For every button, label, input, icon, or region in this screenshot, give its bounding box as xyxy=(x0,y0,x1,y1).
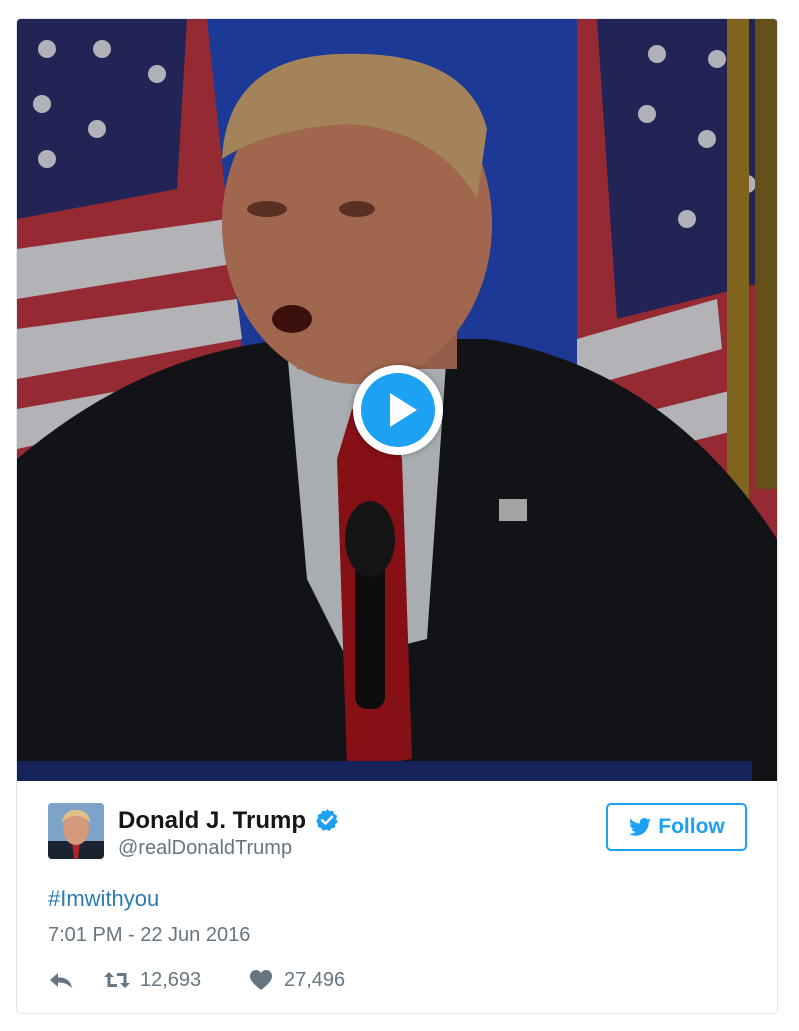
play-button[interactable] xyxy=(353,365,443,455)
play-icon xyxy=(390,393,417,427)
avatar[interactable] xyxy=(48,803,104,859)
avatar-image xyxy=(48,803,104,859)
reply-icon xyxy=(50,973,72,988)
video-player[interactable] xyxy=(17,19,777,781)
retweet-count: 12,693 xyxy=(140,968,202,991)
follow-button[interactable]: Follow xyxy=(606,803,747,851)
retweet-icon xyxy=(104,972,130,988)
verified-badge-icon xyxy=(316,809,338,831)
hashtag-link[interactable]: #Imwithyou xyxy=(48,886,159,912)
author-name[interactable]: Donald J. Trump xyxy=(118,807,306,835)
heart-icon xyxy=(250,970,272,990)
twitter-bird-icon xyxy=(629,818,652,836)
follow-label: Follow xyxy=(658,815,725,838)
embedded-tweet-card: Donald J. Trump @realDonaldTrump Follow … xyxy=(16,18,778,1014)
tweet-body: Donald J. Trump @realDonaldTrump Follow … xyxy=(17,781,777,1013)
tweet-timestamp[interactable]: 7:01 PM - 22 Jun 2016 xyxy=(48,924,250,947)
retweet-button[interactable]: 12,693 xyxy=(104,966,201,994)
like-button[interactable]: 27,496 xyxy=(248,966,345,994)
author-handle[interactable]: @realDonaldTrump xyxy=(118,837,292,860)
play-button-circle xyxy=(361,373,435,447)
like-count: 27,496 xyxy=(284,968,346,991)
reply-button[interactable] xyxy=(48,966,74,994)
